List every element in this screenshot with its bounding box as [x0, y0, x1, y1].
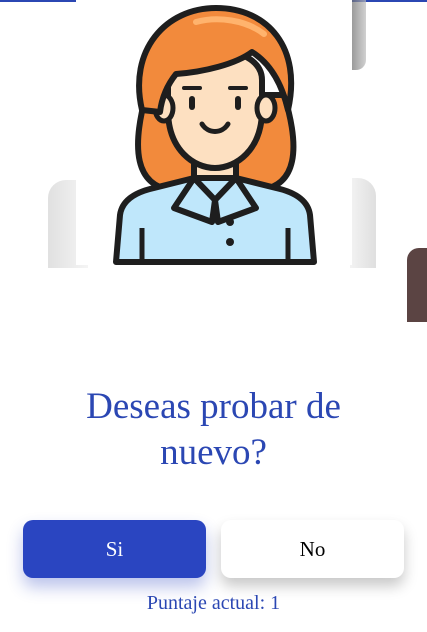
woman-avatar-icon: [113, 5, 317, 265]
yes-button[interactable]: Si: [23, 520, 206, 578]
avatar-card: [76, 0, 352, 265]
retry-question: Deseas probar de nuevo?: [86, 386, 341, 473]
background-avatar-edge: [407, 248, 427, 322]
no-button[interactable]: No: [221, 520, 404, 578]
avatar-area: [0, 0, 427, 330]
background-avatar-right: [350, 178, 376, 268]
current-score: Puntaje actual: 1: [146, 592, 281, 614]
